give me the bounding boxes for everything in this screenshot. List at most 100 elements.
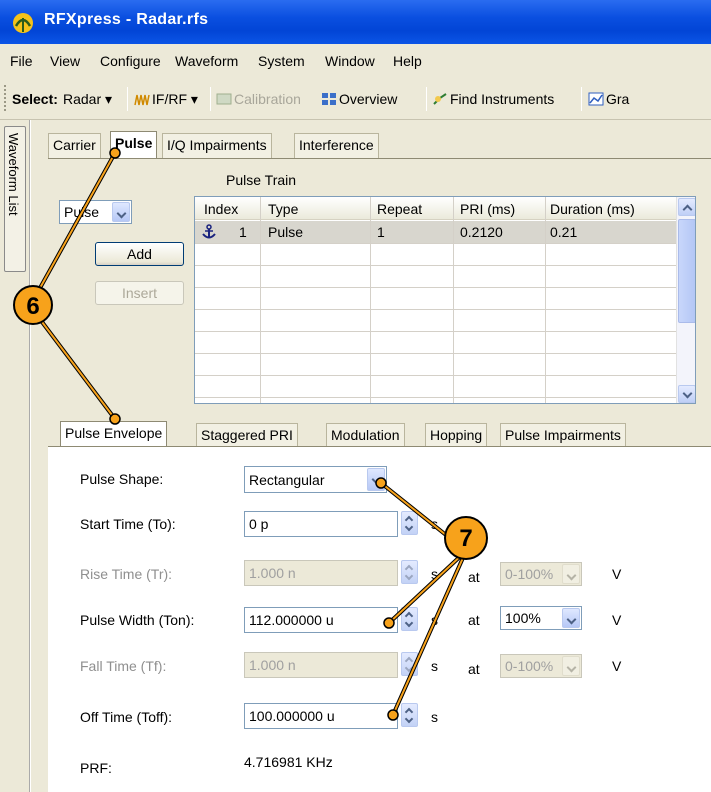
toolbar: Select: Radar ▾ IF/RF ▾ Calibration Over… (0, 77, 711, 120)
start-time-spinner[interactable] (401, 511, 418, 535)
tab-iq-impairments[interactable]: I/Q Impairments (162, 133, 272, 158)
grid-vertical-scrollbar[interactable] (676, 197, 695, 403)
fall-time-input[interactable]: 1.000 n (244, 652, 398, 678)
dropdown-arrow-icon[interactable] (562, 608, 580, 628)
dropdown-arrow-icon[interactable] (367, 468, 385, 491)
width-range-combo[interactable]: 100% (500, 606, 582, 630)
row-repeat: 1 (377, 224, 385, 240)
add-button[interactable]: Add (95, 242, 184, 266)
grid-row-divider (195, 265, 677, 266)
scroll-down-icon[interactable] (678, 385, 695, 403)
dropdown-arrow-icon[interactable] (112, 202, 130, 222)
pulse-shape-label: Pulse Shape: (80, 471, 164, 487)
row-duration: 0.21 (550, 224, 578, 240)
tab-carrier[interactable]: Carrier (48, 133, 101, 158)
pulse-width-label: Pulse Width (Ton): (80, 612, 195, 628)
callout-badge: 6 (13, 285, 53, 325)
menu-help[interactable]: Help (393, 53, 422, 69)
column-header-pri[interactable]: PRI (ms) (460, 201, 515, 217)
find-instruments-button[interactable]: Find Instruments (432, 91, 554, 107)
select-dropdown[interactable]: Radar ▾ (63, 91, 112, 108)
pulse-train-title: Pulse Train (226, 172, 297, 188)
rise-at-label: at (468, 569, 480, 585)
toolbar-separator (127, 87, 128, 111)
tab-modulation[interactable]: Modulation (326, 423, 405, 448)
width-volt-unit: V (612, 612, 622, 628)
grid-column-divider (545, 197, 546, 403)
ifrf-button[interactable]: IF/RF ▾ (134, 91, 198, 108)
waveform-list-tab[interactable]: Waveform List (4, 126, 26, 272)
start-unit: s (431, 516, 438, 532)
grid-row-divider (195, 397, 677, 398)
width-unit: s (431, 612, 438, 628)
calibration-button[interactable]: Calibration (216, 91, 301, 107)
fall-at-label: at (468, 661, 480, 677)
grid-row-divider (195, 375, 677, 376)
fall-time-spinner[interactable] (401, 652, 418, 676)
width-at-label: at (468, 612, 480, 628)
tab-pulse[interactable]: Pulse (110, 131, 158, 159)
tab-interference[interactable]: Interference (294, 133, 379, 158)
select-label: Select: (12, 91, 58, 107)
rise-time-spinner[interactable] (401, 560, 418, 584)
ifrf-icon (134, 94, 150, 106)
app-icon (13, 13, 33, 33)
insert-button[interactable]: Insert (95, 281, 184, 305)
tab-pulse-envelope[interactable]: Pulse Envelope (60, 421, 168, 447)
callout-badge: 7 (444, 516, 488, 560)
dropdown-arrow-icon[interactable] (562, 564, 580, 584)
fall-range-value: 0-100% (505, 658, 554, 674)
rise-unit: s (431, 566, 438, 582)
overview-icon (322, 93, 336, 105)
tab-hopping[interactable]: Hopping (425, 423, 488, 448)
fall-range-combo[interactable]: 0-100% (500, 654, 582, 678)
overview-button[interactable]: Overview (321, 91, 397, 107)
graph-button[interactable]: Gra (588, 91, 629, 107)
tab-pulse-impairments[interactable]: Pulse Impairments (500, 423, 626, 448)
dropdown-arrow-icon: ▾ (190, 91, 198, 107)
toolbar-grip[interactable] (4, 85, 7, 111)
toolbar-separator (581, 87, 582, 111)
pulse-shape-combo[interactable]: Rectangular (244, 466, 387, 493)
anchor-icon (202, 224, 216, 239)
menu-window[interactable]: Window (325, 53, 375, 69)
rise-time-input[interactable]: 1.000 n (244, 560, 398, 586)
column-header-duration[interactable]: Duration (ms) (550, 201, 635, 217)
title-bar: RFXpress - Radar.rfs (0, 0, 711, 44)
column-header-type[interactable]: Type (268, 201, 298, 217)
pulse-width-spinner[interactable] (401, 607, 418, 631)
find-instruments-label: Find Instruments (450, 91, 555, 107)
pulse-type-combo[interactable]: Pulse (59, 200, 132, 224)
dropdown-arrow-icon[interactable] (562, 656, 580, 676)
column-header-index[interactable]: Index (204, 201, 238, 217)
ifrf-label: IF/RF (152, 91, 187, 107)
menu-configure[interactable]: Configure (100, 53, 161, 69)
menu-bar: File View Configure Waveform System Wind… (0, 44, 711, 77)
pulse-type-value: Pulse (64, 204, 100, 220)
pulse-shape-value: Rectangular (249, 472, 325, 488)
tab-staggered-pri[interactable]: Staggered PRI (196, 423, 298, 448)
grid-row-divider (195, 243, 677, 244)
menu-waveform[interactable]: Waveform (175, 53, 238, 69)
grid-row-divider (195, 287, 677, 288)
toolbar-separator (426, 87, 427, 111)
pulse-width-input[interactable]: 112.000000 u (244, 607, 398, 633)
pulse-train-grid[interactable]: Index Type Repeat PRI (ms) Duration (ms)… (194, 196, 696, 404)
off-time-input[interactable]: 100.000000 u (244, 703, 398, 729)
off-time-spinner[interactable] (401, 703, 418, 727)
find-instruments-icon (433, 93, 447, 105)
menu-system[interactable]: System (258, 53, 305, 69)
scroll-up-icon[interactable] (678, 198, 695, 216)
menu-file[interactable]: File (10, 53, 33, 69)
grid-column-divider (370, 197, 371, 403)
rise-range-combo[interactable]: 0-100% (500, 562, 582, 586)
scroll-thumb[interactable] (678, 219, 695, 323)
grid-row-divider (195, 331, 677, 332)
prf-value: 4.716981 KHz (244, 754, 333, 770)
graph-icon (588, 92, 604, 106)
column-header-repeat[interactable]: Repeat (377, 201, 422, 217)
menu-view[interactable]: View (50, 53, 80, 69)
start-time-input[interactable]: 0 p (244, 511, 398, 537)
fall-unit: s (431, 658, 438, 674)
window-title: RFXpress - Radar.rfs (44, 11, 209, 28)
